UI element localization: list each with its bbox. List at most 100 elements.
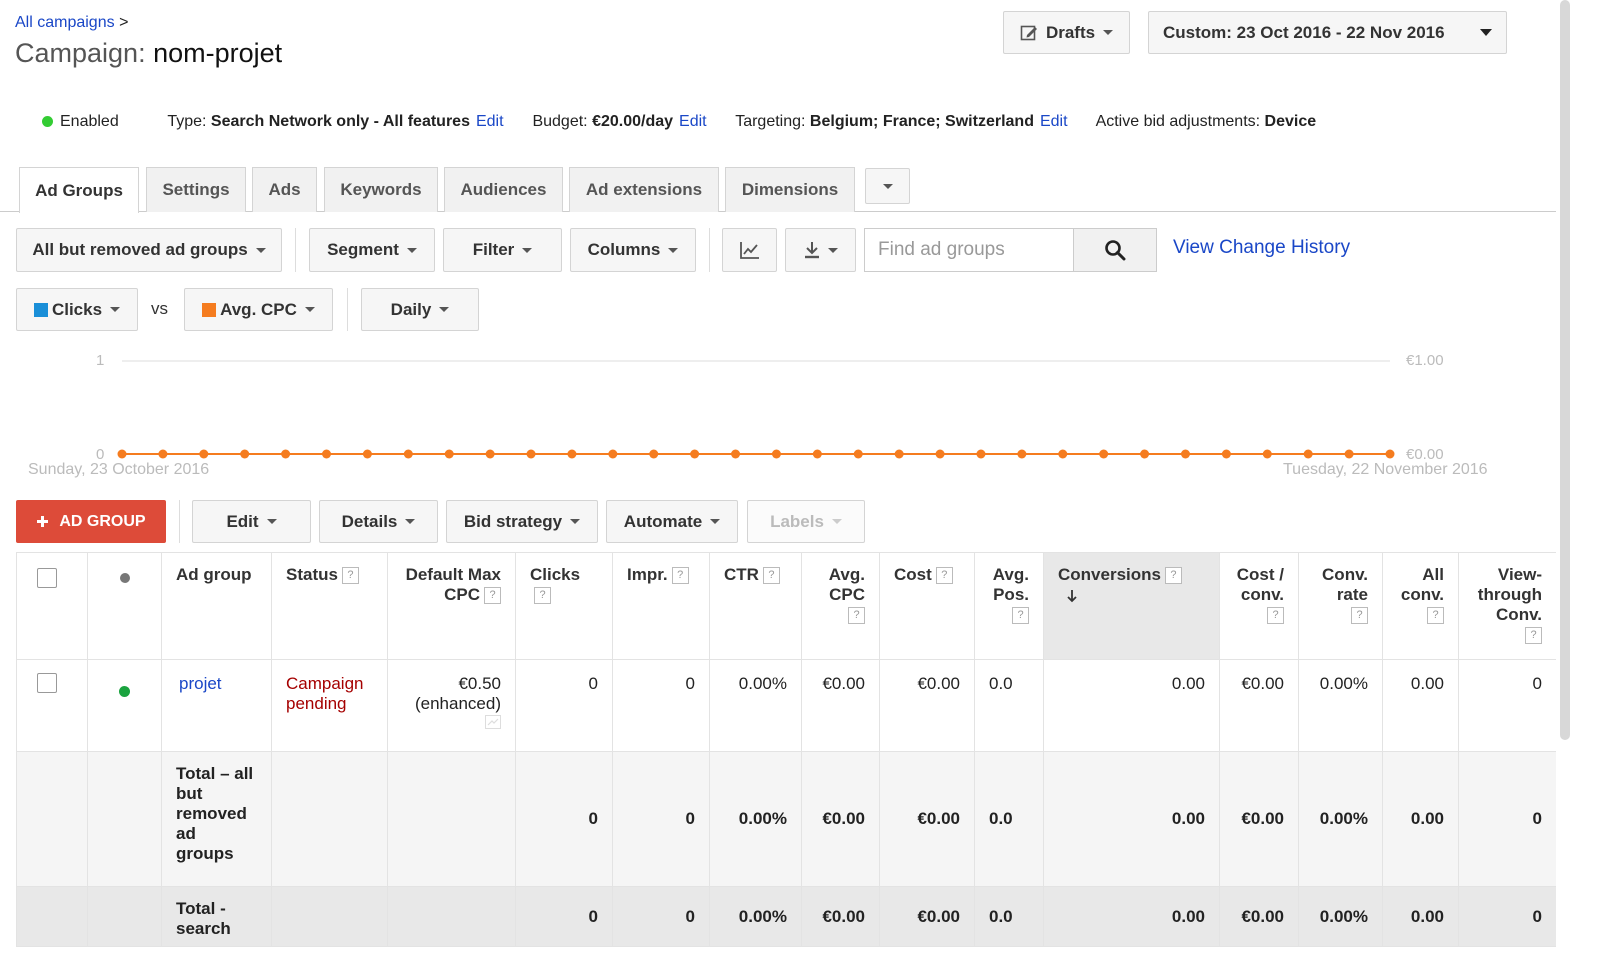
data-point[interactable] bbox=[322, 449, 332, 459]
tab-ad-extensions[interactable]: Ad extensions bbox=[569, 167, 719, 212]
col-default-max-cpc[interactable]: Default Max CPC? bbox=[387, 552, 516, 660]
edit-dropdown[interactable]: Edit bbox=[192, 500, 311, 543]
add-ad-group-button[interactable]: AD GROUP bbox=[16, 500, 166, 543]
ad-group-filter-view-dropdown[interactable]: All but removed ad groups bbox=[16, 228, 282, 272]
data-point[interactable] bbox=[403, 449, 413, 459]
data-point[interactable] bbox=[894, 449, 904, 459]
data-point[interactable] bbox=[1180, 449, 1190, 459]
date-range-selector[interactable]: Custom: 23 Oct 2016 - 22 Nov 2016 bbox=[1148, 11, 1507, 54]
help-icon[interactable]: ? bbox=[1525, 627, 1542, 645]
help-icon[interactable]: ? bbox=[762, 567, 780, 585]
help-icon[interactable]: ? bbox=[1351, 607, 1368, 625]
details-dropdown[interactable]: Details bbox=[319, 500, 438, 543]
data-point[interactable] bbox=[199, 449, 209, 459]
bid-strategy-dropdown[interactable]: Bid strategy bbox=[446, 500, 598, 543]
col-avg-pos[interactable]: Avg. Pos.? bbox=[974, 552, 1044, 660]
total-search-view-through: 0 bbox=[1458, 886, 1557, 947]
data-point[interactable] bbox=[1140, 449, 1150, 459]
col-cost[interactable]: Cost? bbox=[879, 552, 975, 660]
search-input[interactable]: Find ad groups bbox=[864, 228, 1074, 272]
segment-dropdown[interactable]: Segment bbox=[309, 228, 435, 272]
search-button[interactable] bbox=[1073, 228, 1157, 272]
col-ad-group[interactable]: Ad group bbox=[161, 552, 272, 660]
vertical-scrollbar[interactable] bbox=[1560, 0, 1570, 740]
download-dropdown[interactable] bbox=[785, 228, 856, 272]
data-point[interactable] bbox=[1385, 449, 1395, 459]
status-dot-header[interactable] bbox=[87, 552, 162, 660]
help-icon[interactable]: ? bbox=[1012, 607, 1029, 625]
data-point[interactable] bbox=[1058, 449, 1068, 459]
tab-settings[interactable]: Settings bbox=[146, 167, 246, 212]
edit-type-link[interactable]: Edit bbox=[476, 113, 504, 130]
col-view-through-conv[interactable]: View-through Conv.? bbox=[1458, 552, 1557, 660]
data-point[interactable] bbox=[690, 449, 700, 459]
help-icon[interactable]: ? bbox=[1427, 607, 1444, 625]
more-tabs-button[interactable] bbox=[865, 168, 910, 204]
help-icon[interactable]: ? bbox=[341, 567, 359, 585]
data-point[interactable] bbox=[935, 449, 945, 459]
labels-dropdown[interactable]: Labels bbox=[747, 500, 865, 543]
data-point[interactable] bbox=[731, 449, 741, 459]
enabled-status-dot-icon[interactable] bbox=[119, 686, 130, 697]
data-point[interactable] bbox=[853, 449, 863, 459]
tab-dimensions[interactable]: Dimensions bbox=[725, 167, 855, 212]
toggle-chart-button[interactable] bbox=[722, 228, 777, 272]
tab-audiences[interactable]: Audiences bbox=[444, 167, 563, 212]
col-status[interactable]: Status? bbox=[271, 552, 388, 660]
col-all-conv[interactable]: All conv.? bbox=[1382, 552, 1459, 660]
col-cost-per-conv[interactable]: Cost / conv.? bbox=[1219, 552, 1299, 660]
data-point[interactable] bbox=[444, 449, 454, 459]
data-point[interactable] bbox=[649, 449, 659, 459]
data-point[interactable] bbox=[567, 449, 577, 459]
drafts-button[interactable]: Drafts bbox=[1003, 11, 1130, 54]
automate-dropdown[interactable]: Automate bbox=[606, 500, 738, 543]
col-impr[interactable]: Impr.? bbox=[612, 552, 710, 660]
tab-ad-groups[interactable]: Ad Groups bbox=[19, 167, 139, 213]
help-icon[interactable]: ? bbox=[671, 567, 689, 585]
all-campaigns-link[interactable]: All campaigns bbox=[15, 14, 115, 31]
data-point[interactable] bbox=[362, 449, 372, 459]
row-checkbox[interactable] bbox=[37, 673, 57, 693]
data-point[interactable] bbox=[976, 449, 986, 459]
data-point[interactable] bbox=[526, 449, 536, 459]
data-point[interactable] bbox=[1017, 449, 1027, 459]
data-point[interactable] bbox=[485, 449, 495, 459]
edit-targeting-link[interactable]: Edit bbox=[1040, 113, 1068, 130]
data-point[interactable] bbox=[1344, 449, 1354, 459]
col-avg-cpc[interactable]: Avg. CPC? bbox=[801, 552, 880, 660]
data-point[interactable] bbox=[281, 449, 291, 459]
ad-group-link[interactable]: projet bbox=[179, 674, 222, 693]
data-point[interactable] bbox=[771, 449, 781, 459]
tab-keywords[interactable]: Keywords bbox=[324, 167, 438, 212]
filter-dropdown[interactable]: Filter bbox=[443, 228, 562, 272]
data-point[interactable] bbox=[240, 449, 250, 459]
data-point[interactable] bbox=[812, 449, 822, 459]
metric1-dropdown[interactable]: Clicks bbox=[16, 288, 138, 331]
help-icon[interactable]: ? bbox=[935, 567, 953, 585]
columns-dropdown[interactable]: Columns bbox=[570, 228, 696, 272]
interval-dropdown[interactable]: Daily bbox=[361, 288, 479, 331]
metric2-dropdown[interactable]: Avg. CPC bbox=[184, 288, 333, 331]
view-change-history-link[interactable]: View Change History bbox=[1173, 237, 1350, 259]
help-icon[interactable]: ? bbox=[484, 587, 501, 605]
data-point[interactable] bbox=[158, 449, 168, 459]
help-icon[interactable]: ? bbox=[1164, 567, 1182, 585]
col-clicks[interactable]: Clicks? bbox=[515, 552, 613, 660]
tab-ads[interactable]: Ads bbox=[252, 167, 317, 212]
data-point[interactable] bbox=[1303, 449, 1313, 459]
data-point[interactable] bbox=[1262, 449, 1272, 459]
max-cpc-value[interactable]: €0.50 bbox=[402, 674, 501, 694]
help-icon[interactable]: ? bbox=[848, 607, 865, 625]
data-point[interactable] bbox=[608, 449, 618, 459]
data-point[interactable] bbox=[1221, 449, 1231, 459]
col-conv-rate[interactable]: Conv. rate? bbox=[1298, 552, 1383, 660]
data-point[interactable] bbox=[1099, 449, 1109, 459]
col-conversions[interactable]: Conversions? bbox=[1043, 552, 1220, 660]
col-ctr[interactable]: CTR? bbox=[709, 552, 802, 660]
data-point[interactable] bbox=[117, 449, 127, 459]
edit-budget-link[interactable]: Edit bbox=[679, 113, 707, 130]
select-all-checkbox[interactable] bbox=[37, 568, 57, 588]
bid-simulator-icon[interactable] bbox=[485, 715, 501, 729]
help-icon[interactable]: ? bbox=[1267, 607, 1284, 625]
help-icon[interactable]: ? bbox=[534, 587, 551, 605]
